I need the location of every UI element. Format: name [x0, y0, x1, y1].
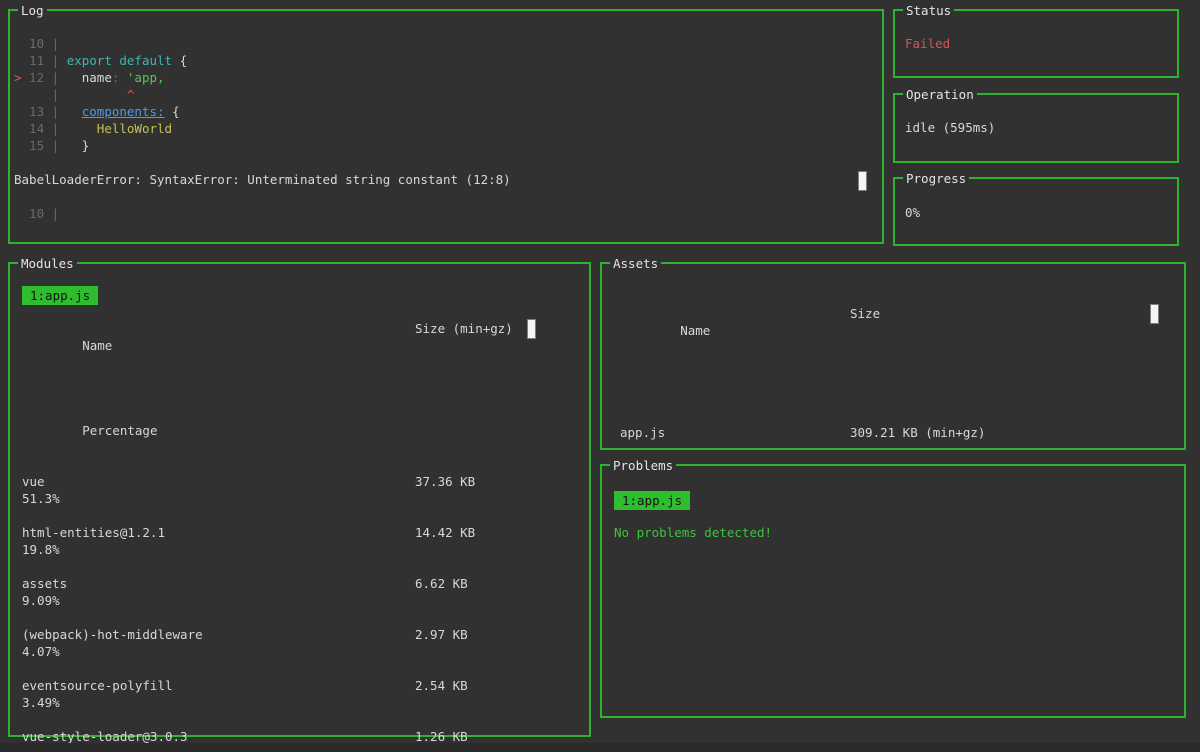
log-panel: Log 10 | 11 | export default {> 12 | nam… [8, 2, 884, 244]
module-percentage: 9.09% [22, 593, 60, 608]
module-size: 2.54 KB [415, 678, 468, 693]
asset-size: 309.21 KB (min+gz) [850, 425, 986, 440]
module-size: 2.97 KB [415, 627, 468, 642]
module-size: 6.62 KB [415, 576, 468, 591]
modules-header-name: Name [82, 338, 113, 353]
assets-scrollbar-thumb[interactable] [1150, 304, 1159, 324]
assets-header-size: Size [850, 306, 881, 321]
log-line: 15 | } [14, 138, 90, 153]
module-row: html-entities@1.2.1 14.42 KB 19.8% [22, 524, 589, 558]
assets-table-header: Name Size [620, 304, 1184, 390]
module-row: (webpack)-hot-middleware 2.97 KB 4.07% [22, 626, 589, 660]
module-name: vue [22, 474, 45, 489]
status-value: Failed [905, 36, 951, 51]
modules-tab-app-js[interactable]: 1:app.js [22, 286, 99, 305]
module-row: vue 37.36 KB 51.3% [22, 473, 589, 507]
module-size: 37.36 KB [415, 474, 476, 489]
log-line: 14 | HelloWorld [14, 121, 173, 136]
assets-panel: Assets Name Size app.js 309.21 KB (min+gz… [600, 255, 1186, 450]
assets-table-body: app.js 309.21 KB (min+gz) [620, 424, 1184, 441]
module-row: assets 6.62 KB 9.09% [22, 575, 589, 609]
module-percentage: 3.49% [22, 695, 60, 710]
asset-name: app.js [620, 425, 666, 440]
log-line: 13 | components: { [14, 104, 180, 119]
module-percentage: 51.3% [22, 491, 60, 506]
modules-panel: Modules 1:app.js Name Size (min+gz) Perc… [8, 255, 591, 752]
log-line: | ^ [14, 87, 135, 102]
log-line: 10 | [14, 36, 67, 51]
module-row: eventsource-polyfill 2.54 KB 3.49% [22, 677, 589, 711]
modules-table-header: Name Size (min+gz) Percentage [22, 319, 589, 456]
log-line: 11 | export default { [14, 53, 188, 68]
assets-header-name: Name [680, 323, 711, 338]
module-name: (webpack)-hot-middleware [22, 627, 203, 642]
terminal-bottom-strip [0, 743, 1200, 752]
log-content: 10 | 11 | export default { > 12 | name: '… [10, 11, 882, 242]
module-name: assets [22, 576, 68, 591]
module-size: 14.42 KB [415, 525, 476, 540]
log-line: 10 | [14, 206, 67, 221]
log-line: BabelLoaderError: SyntaxError: Untermina… [14, 172, 511, 187]
status-panel: Status Failed [893, 2, 1179, 78]
problems-panel: Problems 1:app.js No problems detected! [600, 457, 1186, 718]
modules-header-percentage: Percentage [82, 423, 158, 438]
log-line: > 12 | name: 'app, [14, 70, 165, 85]
modules-scrollbar-thumb[interactable] [527, 319, 536, 339]
problems-tab-app-js[interactable]: 1:app.js [614, 491, 691, 510]
module-name: html-entities@1.2.1 [22, 525, 165, 540]
progress-panel: Progress 0% [893, 170, 1179, 246]
operation-panel: Operation idle (595ms) [893, 86, 1179, 163]
asset-row: app.js 309.21 KB (min+gz) [620, 424, 1184, 441]
modules-header-size: Size (min+gz) [415, 321, 513, 336]
operation-value: idle (595ms) [905, 120, 996, 135]
problems-message: No problems detected! [614, 525, 773, 540]
module-name: eventsource-polyfill [22, 678, 173, 693]
module-percentage: 19.8% [22, 542, 60, 557]
modules-table-body: vue 37.36 KB 51.3% html-entities@1.2.1 14.42… [22, 473, 589, 752]
module-name: vue-style-loader@3.0.3 [22, 729, 188, 744]
module-percentage: 4.07% [22, 644, 60, 659]
progress-value: 0% [905, 205, 921, 220]
log-scrollbar-thumb[interactable] [858, 171, 867, 191]
